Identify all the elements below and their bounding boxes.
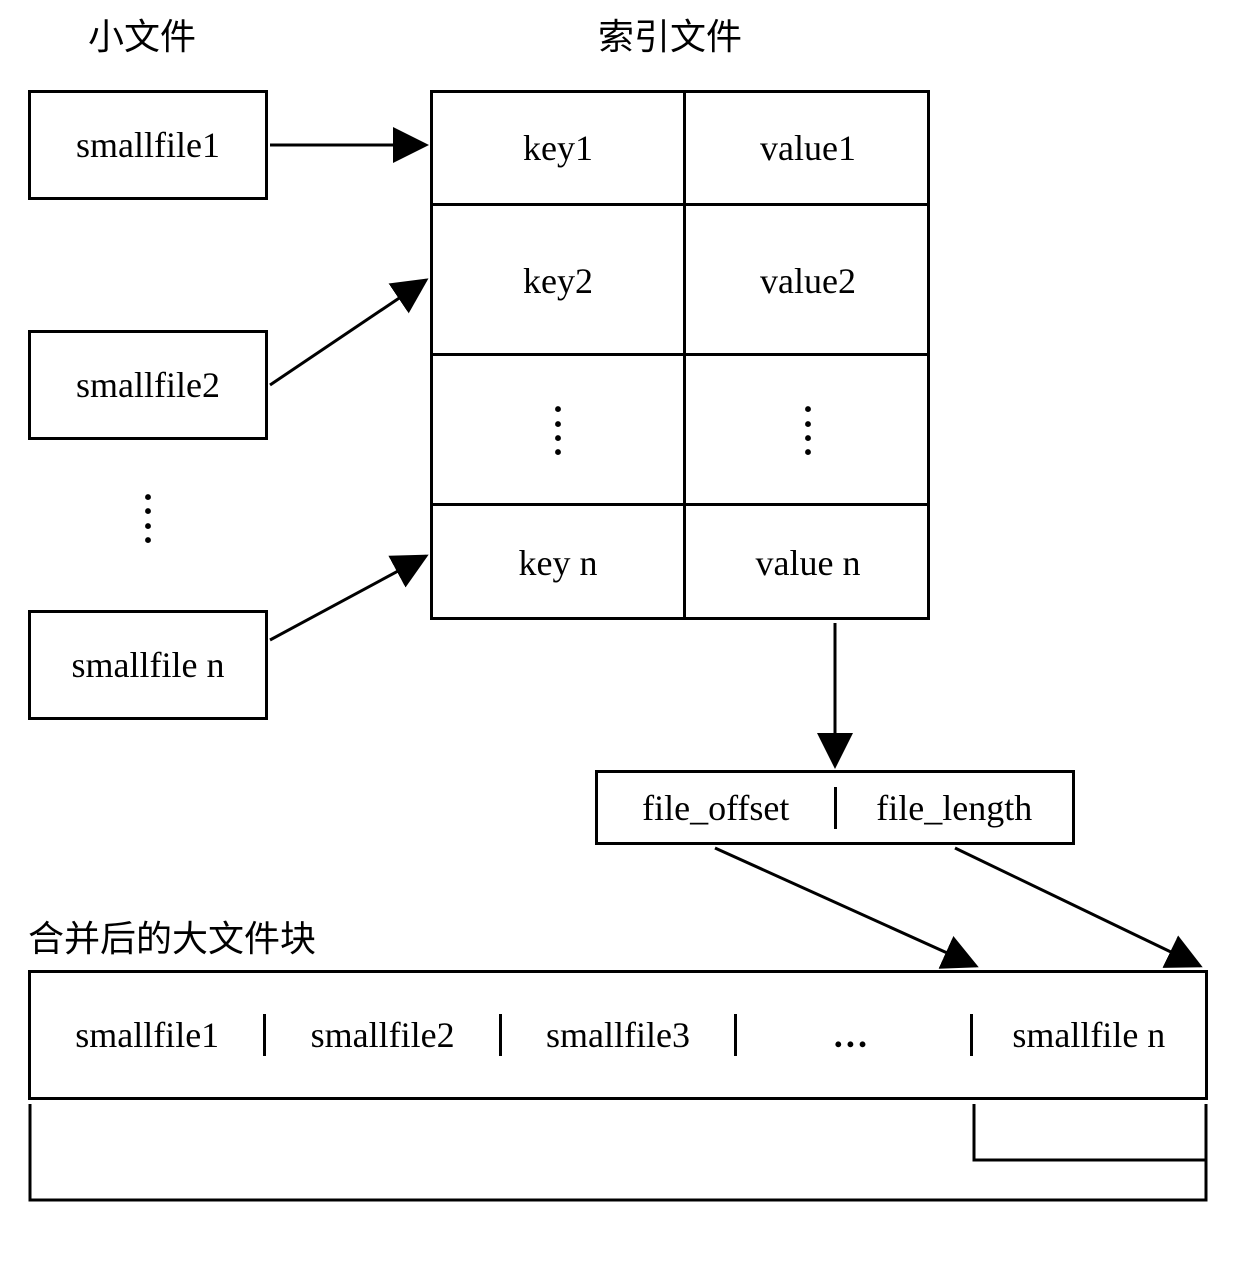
index-file-label: 索引文件 — [598, 8, 742, 60]
merged-block: smallfile1 smallfile2 smallfile3 … small… — [28, 970, 1208, 1100]
smallfile-1-text: smallfile1 — [76, 124, 220, 166]
merged-cell-1: smallfile1 — [31, 1014, 266, 1056]
arrow-length-to-block — [955, 848, 1200, 966]
file-length-cell: file_length — [834, 787, 1073, 829]
merged-cell-2: smallfile2 — [266, 1014, 501, 1056]
merged-cell-dots: … — [737, 1014, 972, 1056]
small-files-label: 小文件 — [88, 8, 196, 60]
index-val-n: value n — [683, 503, 930, 620]
arrow-offset-to-block — [715, 848, 976, 966]
arrow-file2-to-index — [270, 280, 426, 385]
index-key-2: key2 — [433, 203, 683, 356]
smallfile-n-text: smallfile n — [72, 644, 225, 686]
range-bracket-lastcell — [974, 1104, 1206, 1160]
smallfile-box-n: smallfile n — [28, 610, 268, 720]
arrow-filen-to-index — [270, 556, 426, 640]
file-offset-cell: file_offset — [598, 787, 834, 829]
smallfile-2-text: smallfile2 — [76, 364, 220, 406]
merged-cell-3: smallfile3 — [502, 1014, 737, 1056]
merged-cell-n: smallfile n — [973, 1014, 1205, 1056]
index-key-n: key n — [433, 503, 683, 620]
merged-block-label: 合并后的大文件块 — [28, 910, 316, 962]
index-key-1: key1 — [433, 93, 683, 203]
index-val-2: value2 — [683, 203, 930, 356]
range-bracket-wholerow — [30, 1104, 1206, 1200]
value-struct-box: file_offset file_length — [595, 770, 1075, 845]
index-table: key1 value1 key2 value2 ···· ···· key n … — [430, 90, 930, 620]
index-val-1: value1 — [683, 93, 930, 203]
index-val-dots: ···· — [683, 353, 930, 506]
vdots-smallfiles: ···· — [138, 490, 158, 548]
index-key-dots: ···· — [433, 353, 683, 506]
smallfile-box-2: smallfile2 — [28, 330, 268, 440]
smallfile-box-1: smallfile1 — [28, 90, 268, 200]
